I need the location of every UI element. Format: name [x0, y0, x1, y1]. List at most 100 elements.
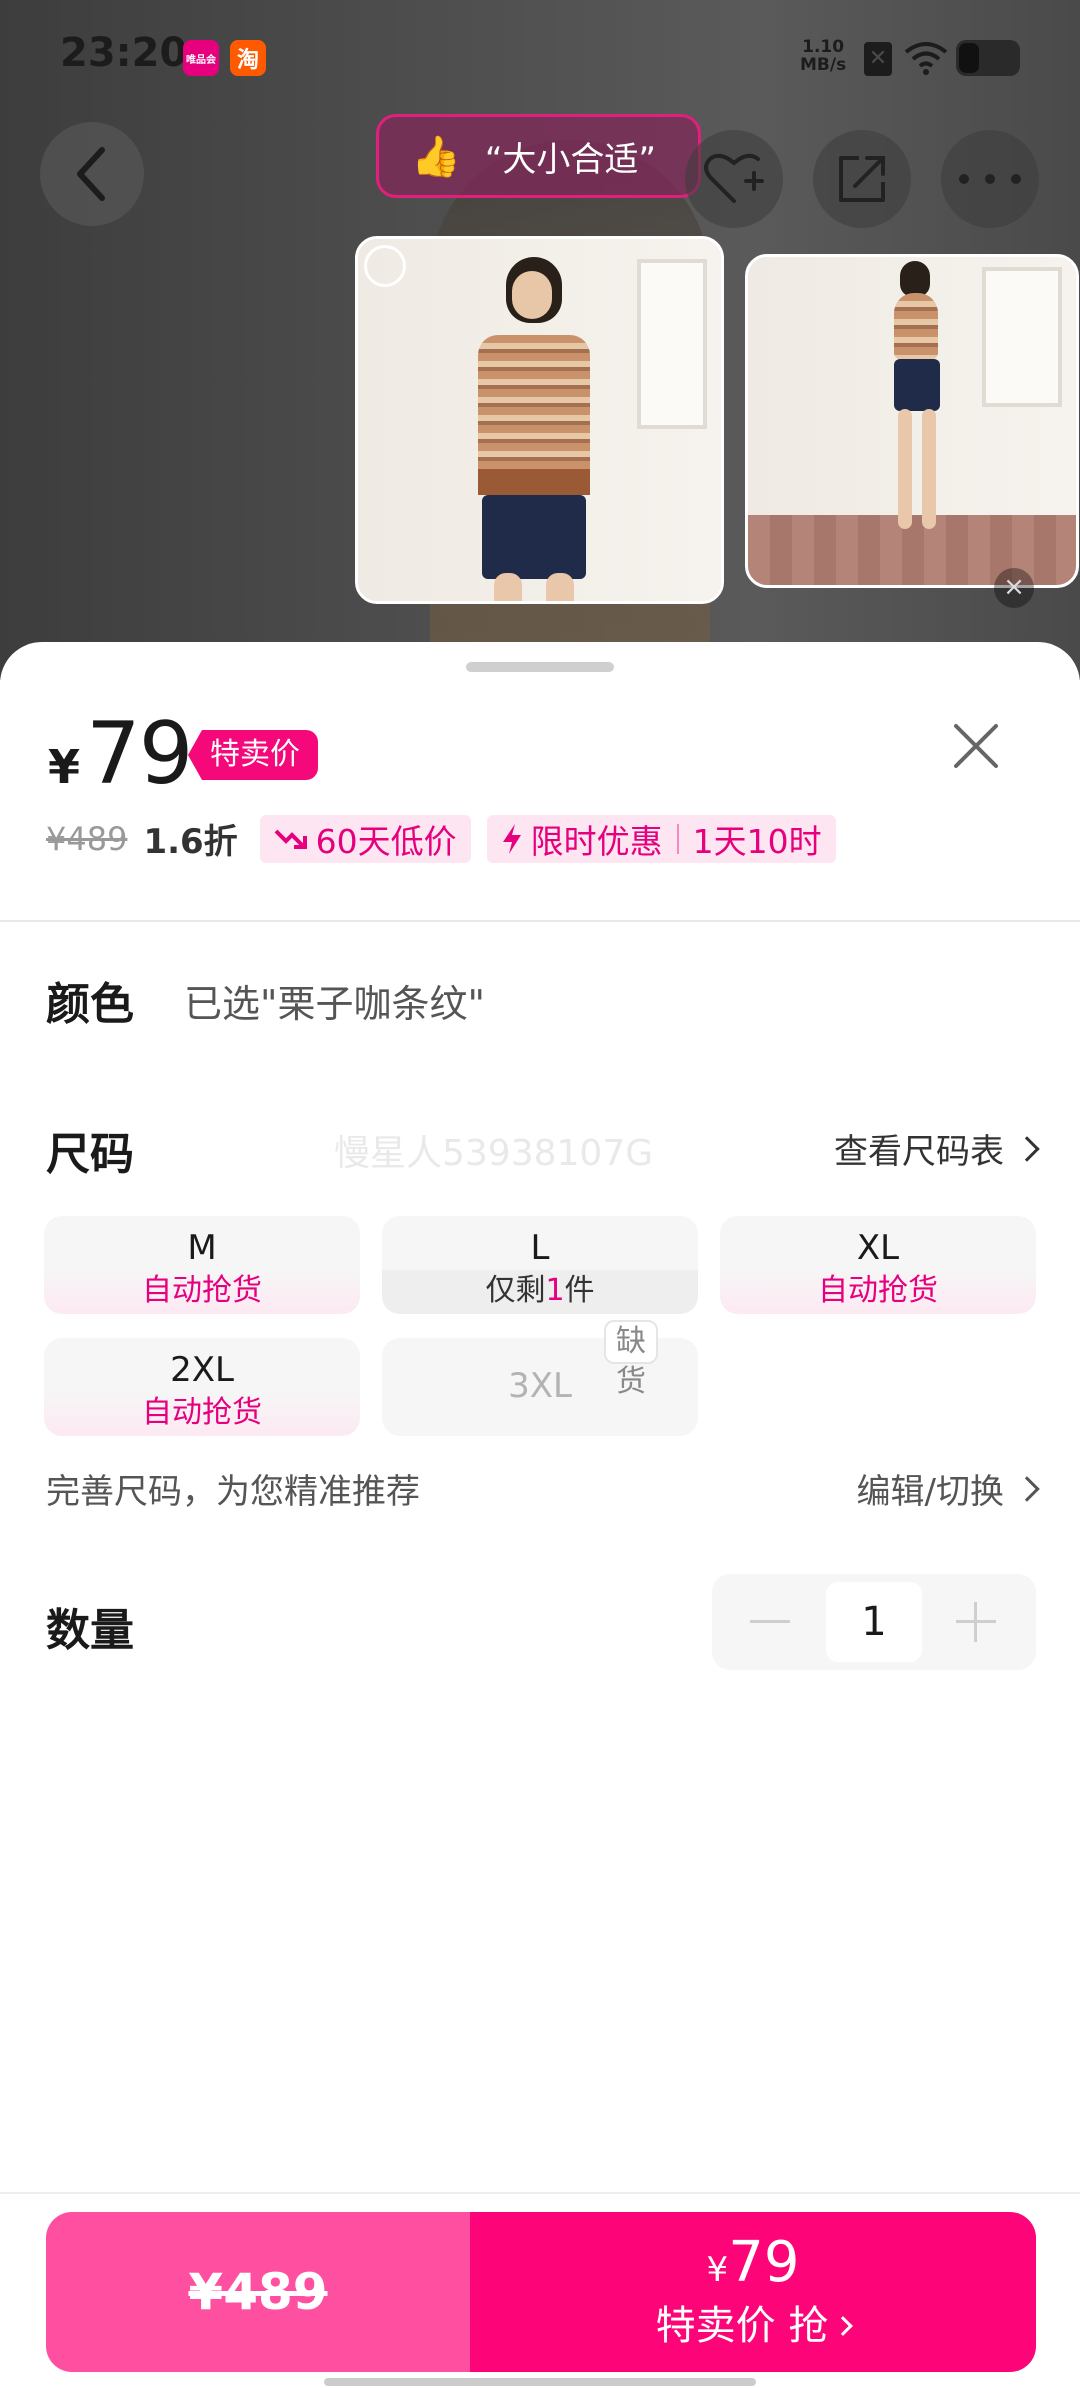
size-option-name: L: [530, 1228, 550, 1268]
product-thumbnail[interactable]: [745, 254, 1079, 588]
model-leg: [546, 573, 574, 601]
vip-app-icon: 唯品会: [183, 40, 219, 76]
stock-suffix: 件: [564, 1273, 595, 1308]
currency-symbol: ¥: [48, 740, 81, 794]
current-price: ¥ 79: [48, 704, 193, 804]
network-speed-value: 1.10: [802, 37, 845, 57]
purchase-bar: ¥489 ¥79 特卖价 抢: [46, 2212, 1036, 2372]
stock-count: 1: [545, 1273, 565, 1308]
photo-window: [637, 259, 707, 429]
size-option-status: 自动抢货: [44, 1270, 360, 1314]
chevron-left-icon: [77, 147, 105, 201]
no-sim-icon: ✕: [864, 42, 892, 76]
special-price-tag: 特卖价: [188, 730, 318, 780]
bottom-bar-divider: [0, 2192, 1080, 2194]
size-title: 尺码: [46, 1129, 134, 1180]
model-denim-shorts: [894, 359, 940, 411]
edit-size-link[interactable]: 编辑/切换: [856, 1464, 1040, 1513]
color-selected-value: 已选"栗子咖条纹": [184, 981, 485, 1026]
brand-logo-icon: [364, 245, 406, 287]
size-option-name: M: [187, 1228, 217, 1268]
buy-now-button[interactable]: ¥79 特卖价 抢: [470, 2212, 1036, 2372]
review-highlight-chip[interactable]: 👍 “大小合适”: [376, 114, 701, 198]
network-speed: 1.10 MB/s: [800, 38, 846, 74]
edit-size-label: 编辑/切换: [856, 1472, 1004, 1512]
quantity-stepper: 1: [712, 1574, 1036, 1670]
model-striped-top: [894, 293, 938, 359]
size-option-2xl[interactable]: 2XL 自动抢货: [44, 1338, 360, 1436]
buy-cta: 特卖价 抢: [655, 2300, 854, 2352]
model-leg: [898, 409, 912, 529]
size-option-stock: 仅剩1件: [382, 1270, 698, 1314]
size-option-xl[interactable]: XL 自动抢货: [720, 1216, 1036, 1314]
discount-rate: 1.6折: [143, 822, 238, 862]
share-button[interactable]: [813, 130, 911, 228]
model-leg: [494, 573, 522, 601]
plus-icon: [974, 1602, 977, 1642]
quantity-value[interactable]: 1: [826, 1582, 922, 1662]
quantity-section: 数量: [46, 1594, 134, 1658]
chevron-right-icon: [1014, 1475, 1040, 1502]
close-button[interactable]: [948, 718, 1004, 774]
size-option-status: 自动抢货: [720, 1270, 1036, 1314]
model-top-hem: [478, 469, 590, 495]
model-denim-shorts: [482, 495, 586, 579]
buy-price: ¥79: [706, 2229, 800, 2300]
badge-separator: [676, 823, 679, 854]
size-option-status: 自动抢货: [44, 1392, 360, 1436]
size-chart-label: 查看尺码表: [834, 1132, 1004, 1172]
original-price-label: ¥489: [188, 2263, 328, 2321]
wifi-icon: [904, 42, 948, 75]
model-striped-top: [478, 335, 590, 485]
out-of-stock-badge: 缺货: [604, 1320, 658, 1399]
color-section[interactable]: 颜色 已选"栗子咖条纹": [46, 968, 485, 1032]
model-leg: [922, 409, 936, 529]
status-time: 23:20: [60, 30, 188, 76]
low-price-label: 60天低价: [315, 821, 457, 861]
chevron-right-icon: [833, 2315, 854, 2336]
lightning-icon: [502, 823, 521, 854]
network-speed-unit: MB/s: [800, 55, 847, 75]
size-recommend-hint: 完善尺码，为您精准推荐: [46, 1472, 420, 1512]
sheet-drag-handle[interactable]: [466, 662, 614, 672]
heart-add-icon: [704, 153, 764, 203]
close-preview-icon[interactable]: ×: [994, 568, 1034, 608]
trend-down-icon: [274, 829, 307, 849]
back-button[interactable]: [40, 122, 144, 226]
quantity-title: 数量: [46, 1605, 134, 1656]
more-options-button[interactable]: [941, 130, 1039, 228]
size-option-m[interactable]: M 自动抢货: [44, 1216, 360, 1314]
taobao-app-icon: 淘: [230, 40, 266, 76]
product-thumbnail-selected[interactable]: [355, 236, 724, 604]
current-price-value: 79: [86, 704, 193, 804]
limited-offer-label: 限时优惠: [530, 821, 663, 861]
sku-selector-sheet: ¥ 79 特卖价 ¥489 1.6折 60天低价 限时优惠 1天10时 颜色 已…: [0, 642, 1080, 2388]
chevron-right-icon: [1014, 1135, 1040, 1162]
size-option-l[interactable]: L 仅剩1件: [382, 1216, 698, 1314]
low-price-badge: 60天低价: [259, 814, 471, 863]
model-hair: [900, 261, 930, 297]
user-watermark: 慢星人53938107G: [334, 1133, 654, 1174]
size-option-name: 2XL: [170, 1350, 234, 1390]
size-chart-link[interactable]: 查看尺码表: [834, 1124, 1040, 1173]
section-divider: [0, 920, 1080, 922]
limited-offer-badge: 限时优惠 1天10时: [486, 814, 836, 863]
product-gallery-backdrop: 23:20 唯品会 淘 1.10 MB/s ✕ 👍 “大小合适” ×: [0, 0, 1080, 680]
size-section-header: 尺码 慢星人53938107G 查看尺码表: [46, 1118, 1040, 1180]
photo-window: [982, 267, 1062, 407]
buy-cta-label: 特卖价 抢: [655, 2302, 829, 2349]
status-bar: 23:20 唯品会 淘 1.10 MB/s ✕: [0, 0, 1080, 116]
price-details-row: ¥489 1.6折 60天低价 限时优惠 1天10时: [46, 814, 852, 863]
battery-icon: [956, 40, 1020, 76]
size-option-name: XL: [856, 1228, 900, 1268]
home-indicator[interactable]: [324, 2378, 756, 2386]
decrease-quantity-button[interactable]: [750, 1620, 790, 1623]
favorite-button[interactable]: [685, 130, 783, 228]
buy-price-value: 79: [728, 2229, 800, 2295]
stock-prefix: 仅剩: [485, 1273, 546, 1308]
model-face: [512, 271, 552, 319]
buy-currency: ¥: [706, 2249, 729, 2290]
original-price-button[interactable]: ¥489: [46, 2212, 470, 2372]
original-price: ¥489: [46, 819, 128, 858]
size-option-name: 3XL: [508, 1366, 572, 1406]
